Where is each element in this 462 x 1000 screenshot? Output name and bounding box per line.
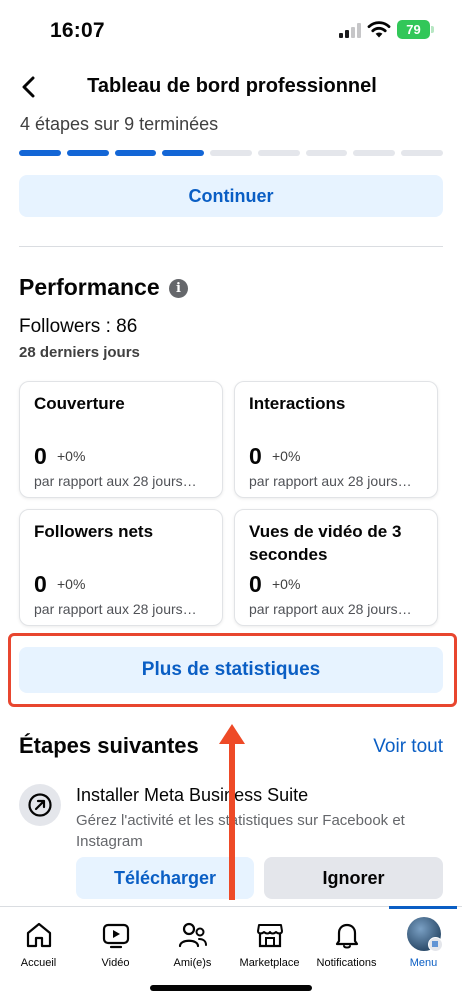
home-icon — [26, 922, 51, 948]
metric-value: 0 — [249, 443, 262, 469]
metric-title: Couverture — [34, 394, 125, 413]
metric-comparison: par rapport aux 28 jours… — [34, 473, 197, 489]
tab-friends[interactable]: Ami(e)s — [154, 907, 231, 977]
progress-segment — [210, 150, 252, 156]
progress-segment — [66, 150, 109, 156]
friends-icon — [178, 922, 207, 948]
metric-title: Vues de vidéo de 3 secondes — [249, 522, 402, 564]
info-icon[interactable]: i — [169, 279, 188, 298]
see-all-link[interactable]: Voir tout — [373, 736, 443, 758]
marketplace-icon — [256, 924, 283, 948]
metric-card-net-followers[interactable]: Followers nets 0 +0% par rapport aux 28 … — [19, 509, 223, 626]
steps-progress-bar — [19, 150, 444, 156]
page-title: Tableau de bord professionnel — [87, 75, 377, 97]
battery-cap — [431, 26, 434, 33]
metric-comparison: par rapport aux 28 jours… — [34, 601, 197, 617]
tab-menu[interactable]: Menu — [385, 907, 462, 977]
next-steps-title: Étapes suivantes — [19, 733, 199, 758]
section-divider — [19, 246, 443, 247]
progress-segment — [257, 150, 300, 156]
progress-segment — [19, 150, 61, 156]
next-step-title: Installer Meta Business Suite — [76, 785, 309, 805]
status-time: 16:07 — [50, 19, 105, 42]
tab-label: Marketplace — [239, 957, 300, 969]
progress-segment — [162, 150, 205, 156]
metric-delta: +0% — [272, 576, 301, 592]
more-statistics-button[interactable]: Plus de statistiques — [19, 647, 443, 693]
metric-title: Followers nets — [34, 522, 154, 541]
steps-progress-text: 4 étapes sur 9 terminées — [20, 114, 219, 134]
metric-value: 0 — [249, 571, 262, 597]
metric-delta: +0% — [57, 576, 86, 592]
bell-icon — [335, 923, 358, 949]
status-bar: 16:07 79 — [0, 0, 462, 60]
progress-segment — [114, 150, 157, 156]
annotation-arrow-head — [219, 724, 245, 744]
home-indicator — [150, 985, 312, 991]
tab-label: Menu — [409, 957, 438, 969]
video-icon — [102, 923, 129, 949]
annotation-arrow-shaft — [229, 740, 235, 900]
metric-comparison: par rapport aux 28 jours… — [249, 473, 412, 489]
ignore-button[interactable]: Ignorer — [264, 857, 443, 899]
business-suite-icon — [28, 793, 52, 817]
metric-delta: +0% — [57, 448, 86, 464]
performance-title: Performance — [19, 274, 160, 300]
tab-marketplace[interactable]: Marketplace — [231, 907, 308, 977]
tab-label: Vidéo — [101, 957, 130, 969]
followers-count: Followers : 86 — [19, 316, 138, 337]
menu-badge-icon — [428, 937, 443, 952]
progress-segment — [401, 150, 444, 156]
next-step-description: Gérez l'activité et les statistiques sur… — [76, 812, 405, 850]
tab-label: Accueil — [20, 957, 57, 969]
tab-home[interactable]: Accueil — [0, 907, 77, 977]
battery-icon: 79 — [397, 20, 430, 39]
metric-card-video-views[interactable]: Vues de vidéo de 3 secondes 0 +0% par ra… — [234, 509, 438, 626]
download-button[interactable]: Télécharger — [76, 857, 254, 899]
metric-comparison: par rapport aux 28 jours… — [249, 601, 412, 617]
progress-segment — [305, 150, 348, 156]
metric-value: 0 — [34, 571, 47, 597]
metric-card-reach[interactable]: Couverture 0 +0% par rapport aux 28 jour… — [19, 381, 223, 498]
metric-title: Interactions — [249, 394, 346, 413]
metric-value: 0 — [34, 443, 47, 469]
tab-video[interactable]: Vidéo — [77, 907, 154, 977]
wifi-icon — [367, 21, 391, 38]
progress-segment — [353, 150, 396, 156]
tab-label: Ami(e)s — [173, 957, 212, 969]
page-header: Tableau de bord professionnel — [0, 62, 462, 112]
continue-button[interactable]: Continuer — [19, 175, 443, 217]
tab-label: Notifications — [316, 957, 377, 969]
period-label: 28 derniers jours — [19, 344, 140, 361]
tab-notifications[interactable]: Notifications — [308, 907, 385, 977]
cellular-signal-icon — [339, 22, 363, 38]
metric-card-interactions[interactable]: Interactions 0 +0% par rapport aux 28 jo… — [234, 381, 438, 498]
meta-business-suite-icon — [19, 784, 61, 826]
metric-delta: +0% — [272, 448, 301, 464]
